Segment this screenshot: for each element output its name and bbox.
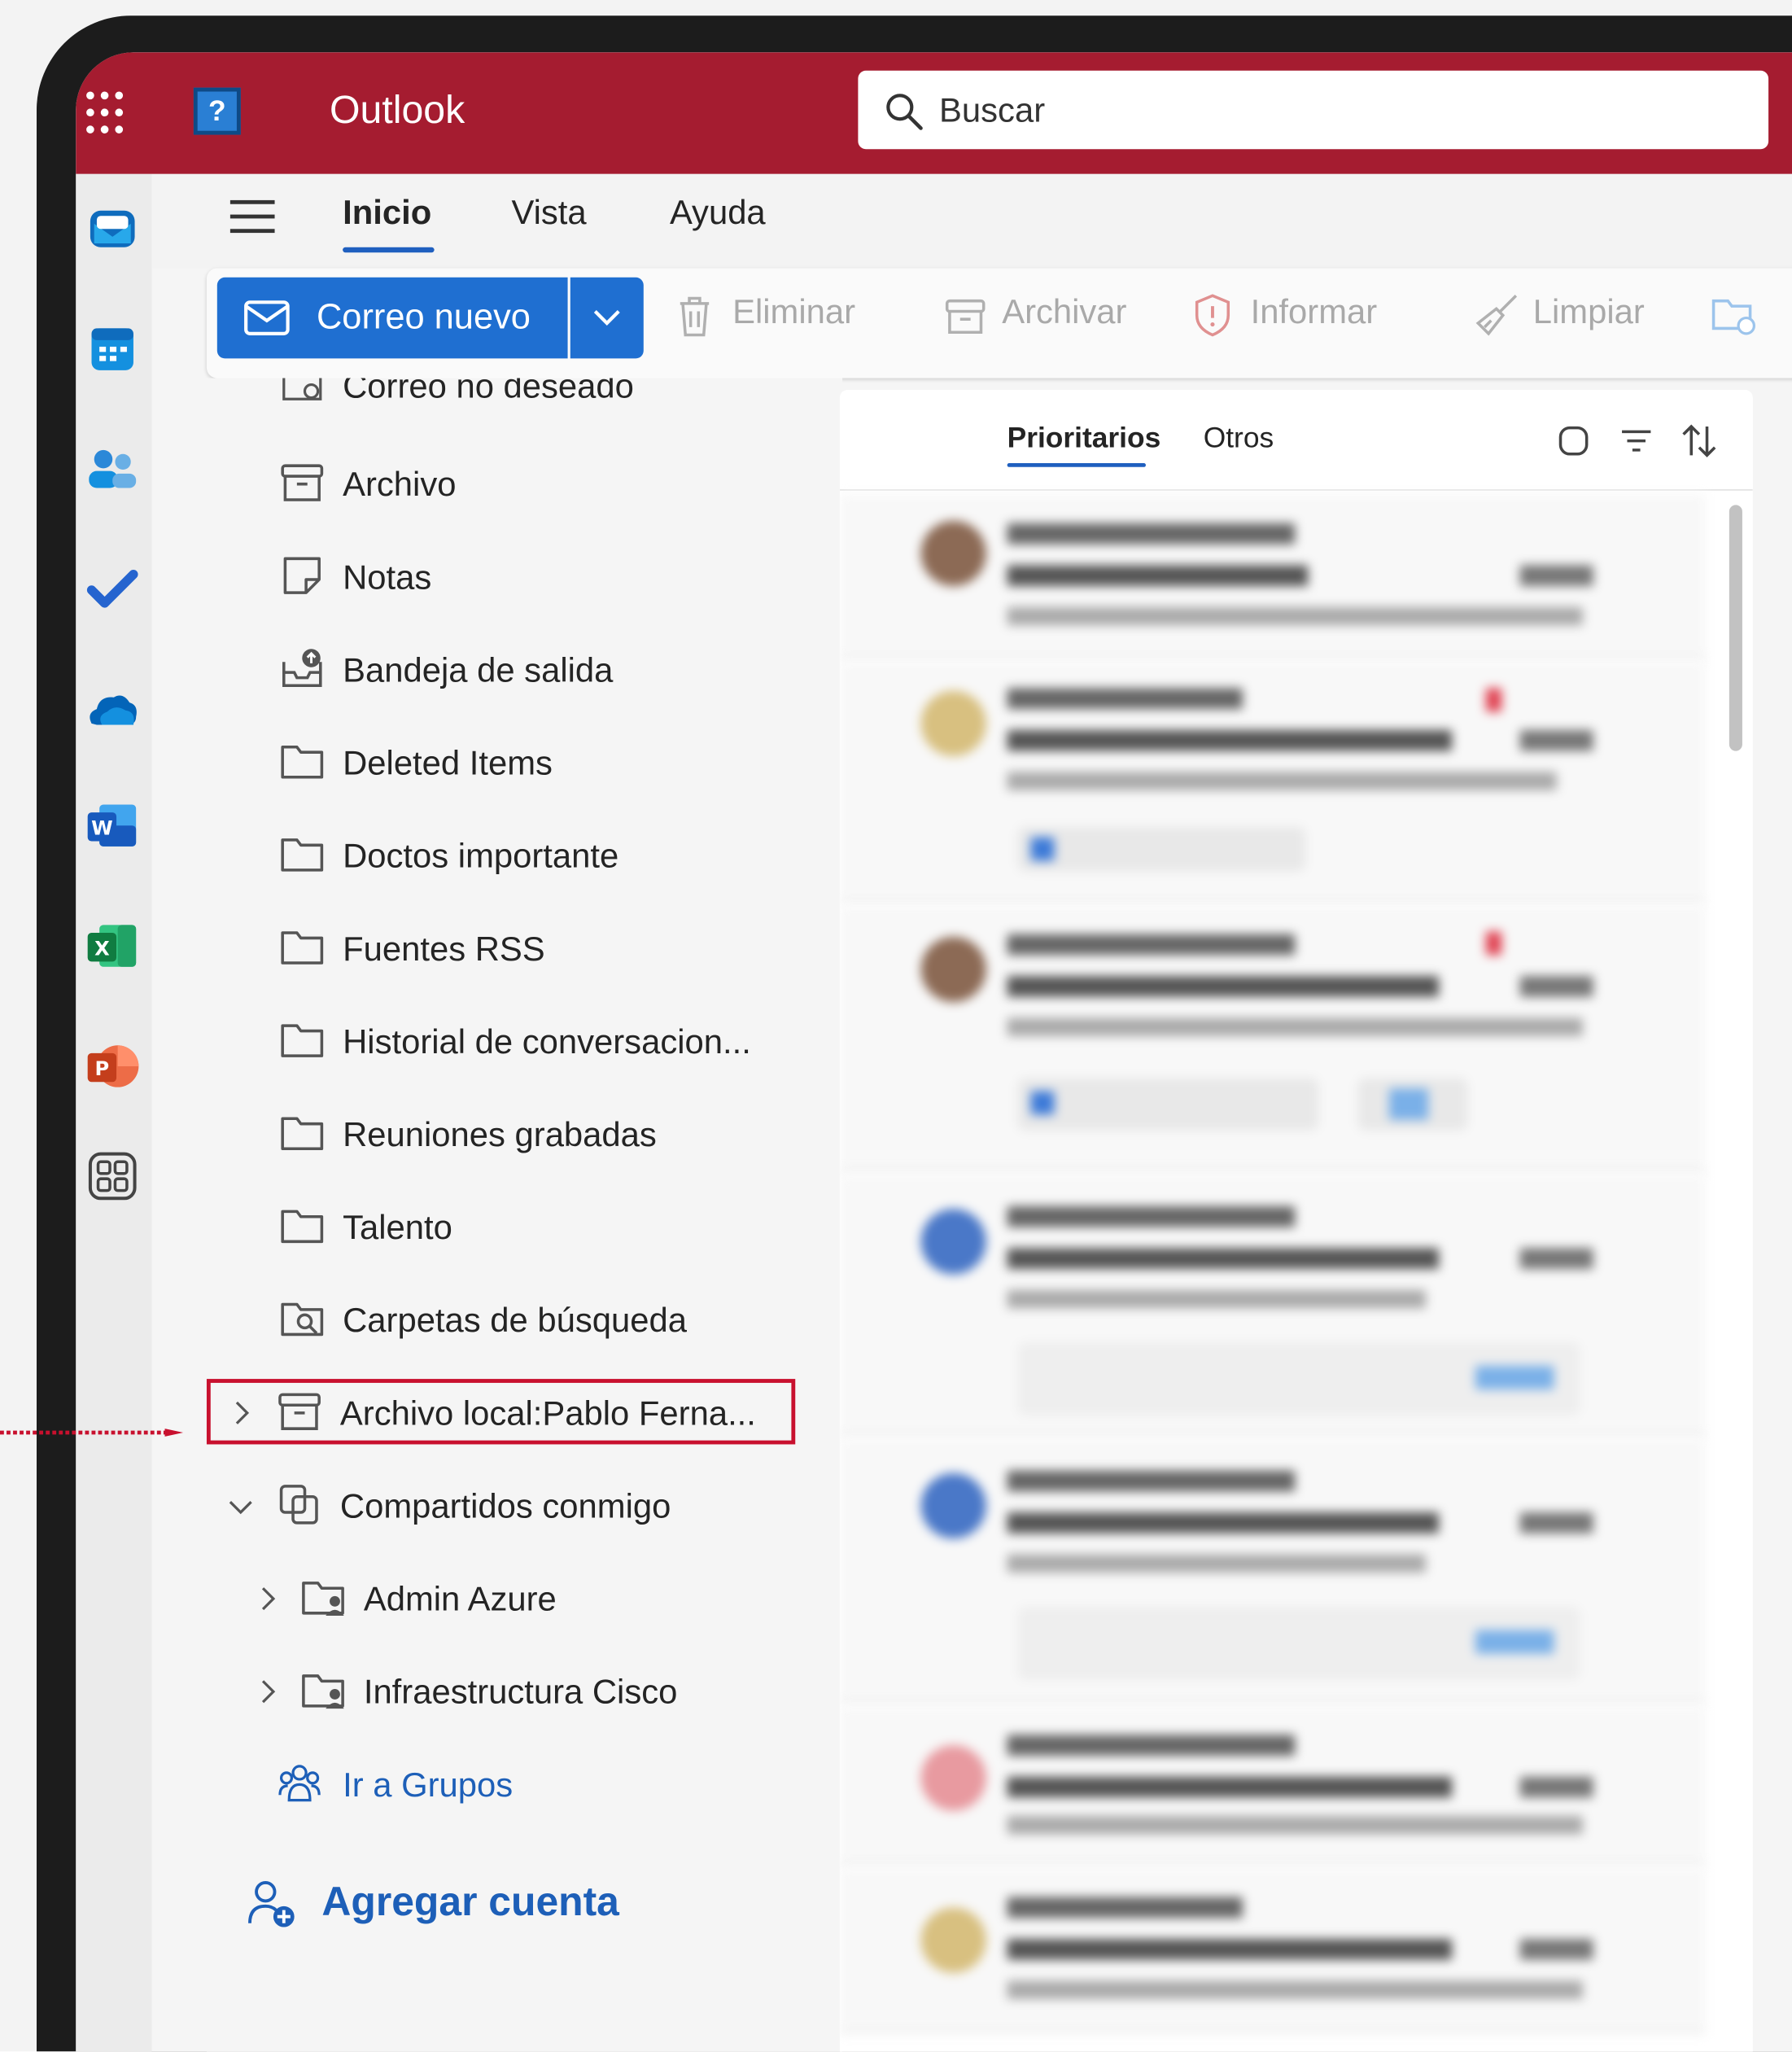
list-item[interactable] [839, 662, 1706, 903]
folder-doctos-importante[interactable]: Doctos importante [207, 819, 769, 897]
junk-icon [282, 378, 322, 400]
callout-arrow-icon [0, 1429, 184, 1437]
report-shield-icon [1195, 294, 1230, 337]
new-mail-button[interactable]: Correo nuevo [216, 277, 568, 359]
archive-icon [945, 299, 986, 335]
list-item[interactable] [839, 1868, 1706, 2033]
app-launcher-icon[interactable] [86, 91, 131, 137]
folder-icon [281, 1024, 324, 1057]
shared-icon [279, 1485, 318, 1525]
folder-carpetas-busqueda[interactable]: Carpetas de búsqueda [207, 1284, 769, 1362]
go-to-groups-link[interactable]: Ir a Grupos [207, 1748, 769, 1826]
folder-historial-conversacion[interactable]: Historial de conversacion... [207, 1004, 769, 1083]
app-rail: W X P [76, 173, 152, 2052]
excel-app-icon[interactable]: X [84, 917, 142, 975]
app-title: Outlook [330, 89, 465, 133]
svg-text:W: W [91, 816, 113, 839]
sweep-button[interactable]: Limpiar [1533, 291, 1645, 332]
shared-folder-icon [302, 1582, 344, 1617]
search-box[interactable]: Buscar [858, 70, 1769, 150]
list-item[interactable] [839, 494, 1706, 660]
sweep-broom-icon [1475, 294, 1518, 336]
local-archive-highlight-box [206, 1379, 796, 1445]
folder-infraestructura-cisco[interactable]: Infraestructura Cisco [207, 1655, 769, 1733]
more-apps-icon[interactable] [84, 1148, 142, 1205]
chevron-right-icon[interactable] [259, 1586, 278, 1612]
svg-text:P: P [95, 1057, 110, 1080]
add-person-icon [248, 1880, 295, 1927]
move-to-folder-icon [1711, 299, 1755, 335]
search-input[interactable]: Buscar [939, 90, 1045, 131]
powerpoint-app-icon[interactable]: P [84, 1038, 142, 1096]
folder-junk-partial[interactable]: Correo no deseado [207, 378, 842, 428]
folder-reuniones-grabadas[interactable]: Reuniones grabadas [207, 1098, 769, 1176]
list-item[interactable] [839, 1175, 1706, 1437]
hamburger-menu-icon[interactable] [229, 199, 275, 237]
chevron-right-icon[interactable] [259, 1678, 278, 1704]
list-item[interactable] [839, 1705, 1706, 1866]
search-folder-icon [281, 1302, 324, 1337]
list-item[interactable] [839, 1439, 1706, 1704]
folder-icon [281, 931, 324, 965]
sort-icon[interactable] [1680, 422, 1719, 461]
tab-inicio[interactable]: Inicio [343, 192, 431, 233]
shared-folder-icon [302, 1674, 344, 1709]
menu-tabs: Inicio Vista Ayuda [151, 173, 1792, 269]
mail-icon [244, 300, 290, 335]
tab-prioritarios-underline [1007, 462, 1146, 467]
calendar-app-icon[interactable] [84, 321, 142, 378]
groups-icon [278, 1765, 321, 1802]
folder-bandeja-salida[interactable]: Bandeja de salida [207, 633, 769, 711]
archive-icon [281, 464, 324, 501]
folder-icon [281, 1210, 324, 1244]
scrollbar[interactable] [1729, 505, 1742, 751]
help-icon[interactable]: ? [193, 87, 241, 135]
onedrive-app-icon[interactable] [84, 681, 142, 739]
folder-compartidos-conmigo[interactable]: Compartidos conmigo [207, 1469, 769, 1547]
chevron-down-icon[interactable] [228, 1498, 254, 1516]
notes-icon [283, 557, 321, 594]
outbox-icon [282, 649, 322, 687]
search-icon [886, 94, 923, 130]
report-button[interactable]: Informar [1251, 291, 1378, 332]
svg-text:X: X [94, 937, 110, 960]
outlook-screenshot: ? Outlook Buscar W X P Inicio Vista Ayud… [0, 0, 1792, 2052]
tab-ayuda[interactable]: Ayuda [670, 192, 766, 233]
folder-fuentes-rss[interactable]: Fuentes RSS [207, 912, 769, 990]
delete-icon [680, 296, 710, 337]
folder-archivo[interactable]: Archivo [207, 448, 769, 526]
folder-deleted-items[interactable]: Deleted Items [207, 726, 769, 804]
tab-prioritarios[interactable]: Prioritarios [1007, 422, 1161, 456]
list-item[interactable] [839, 905, 1706, 1173]
chevron-down-icon [593, 310, 620, 326]
top-bar: ? Outlook Buscar [76, 52, 1792, 174]
message-list-pane: Prioritarios Otros [839, 389, 1753, 2052]
new-mail-label: Correo nuevo [316, 296, 531, 337]
tab-active-underline [343, 247, 435, 253]
tab-otros[interactable]: Otros [1204, 422, 1274, 456]
add-account-label: Agregar cuenta [321, 1879, 619, 1925]
select-icon[interactable] [1557, 424, 1591, 458]
folder-notas[interactable]: Notas [207, 540, 769, 619]
new-mail-dropdown[interactable] [570, 277, 644, 359]
mail-app-icon[interactable] [84, 200, 142, 258]
todo-app-icon[interactable] [84, 562, 142, 619]
folder-admin-azure[interactable]: Admin Azure [207, 1562, 769, 1640]
tab-vista[interactable]: Vista [511, 192, 586, 233]
folder-icon [281, 838, 324, 872]
archive-button[interactable]: Archivar [1002, 291, 1126, 332]
word-app-icon[interactable]: W [84, 797, 142, 855]
folder-talento[interactable]: Talento [207, 1191, 769, 1269]
people-app-icon[interactable] [84, 441, 142, 499]
folder-icon [281, 1117, 324, 1150]
folder-icon [281, 746, 324, 779]
delete-button[interactable]: Eliminar [732, 291, 855, 332]
filter-icon[interactable] [1619, 427, 1654, 455]
message-list-header: Prioritarios Otros [839, 389, 1753, 491]
ribbon: Correo nuevo Eliminar Archivar Informar [206, 268, 1792, 378]
